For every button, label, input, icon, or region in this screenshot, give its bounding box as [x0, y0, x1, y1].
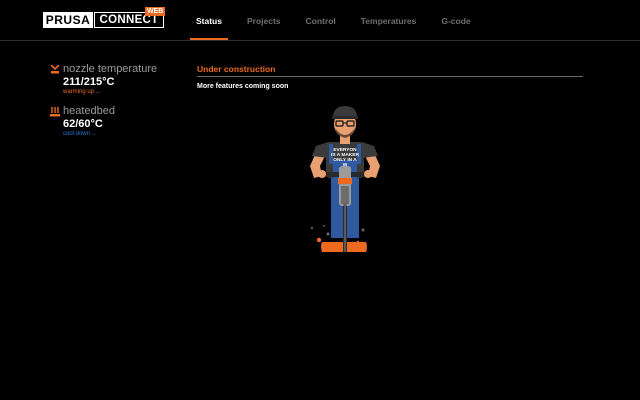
logo-web-badge: WEB — [145, 7, 166, 16]
nozzle-temperature-status: warming up ... — [63, 89, 101, 95]
tab-temperatures[interactable]: Temperatures — [355, 0, 423, 40]
nozzle-temperature-value: 211/215°C — [63, 76, 115, 88]
construction-worker-illustration: EVERYON IS A MAKER ONLY IN A W — [310, 106, 380, 252]
coming-soon-text: More features coming soon — [197, 83, 289, 90]
top-navigation-bar: PRUSA CONNECT WEB Status Projects Contro… — [0, 0, 640, 41]
logo-brand: PRUSA — [43, 12, 93, 28]
nav-tabs: Status Projects Control Temperatures G-c… — [190, 0, 490, 40]
bed-temperature-label: heatedbed — [63, 105, 115, 117]
under-construction-title: Under construction — [197, 64, 583, 77]
prusa-connect-logo[interactable]: PRUSA CONNECT WEB — [43, 7, 166, 28]
bed-temperature-status: cool down ... — [63, 131, 97, 137]
nozzle-temperature-label: nozzle temperature — [63, 63, 158, 75]
bed-temperature-block: heatedbed 62/60°C cool down ... — [50, 104, 180, 138]
tab-status[interactable]: Status — [190, 0, 228, 40]
tab-control[interactable]: Control — [300, 0, 342, 40]
status-content: Under construction More features coming … — [197, 64, 583, 90]
temperature-sidebar: nozzle temperature 211/215°C warming up … — [50, 62, 180, 146]
heatbed-icon — [50, 107, 60, 117]
nozzle-icon — [50, 65, 60, 74]
nozzle-temperature-block: nozzle temperature 211/215°C warming up … — [50, 62, 180, 96]
tab-gcode[interactable]: G-code — [435, 0, 476, 40]
bed-temperature-value: 62/60°C — [63, 118, 103, 130]
tab-projects[interactable]: Projects — [241, 0, 287, 40]
